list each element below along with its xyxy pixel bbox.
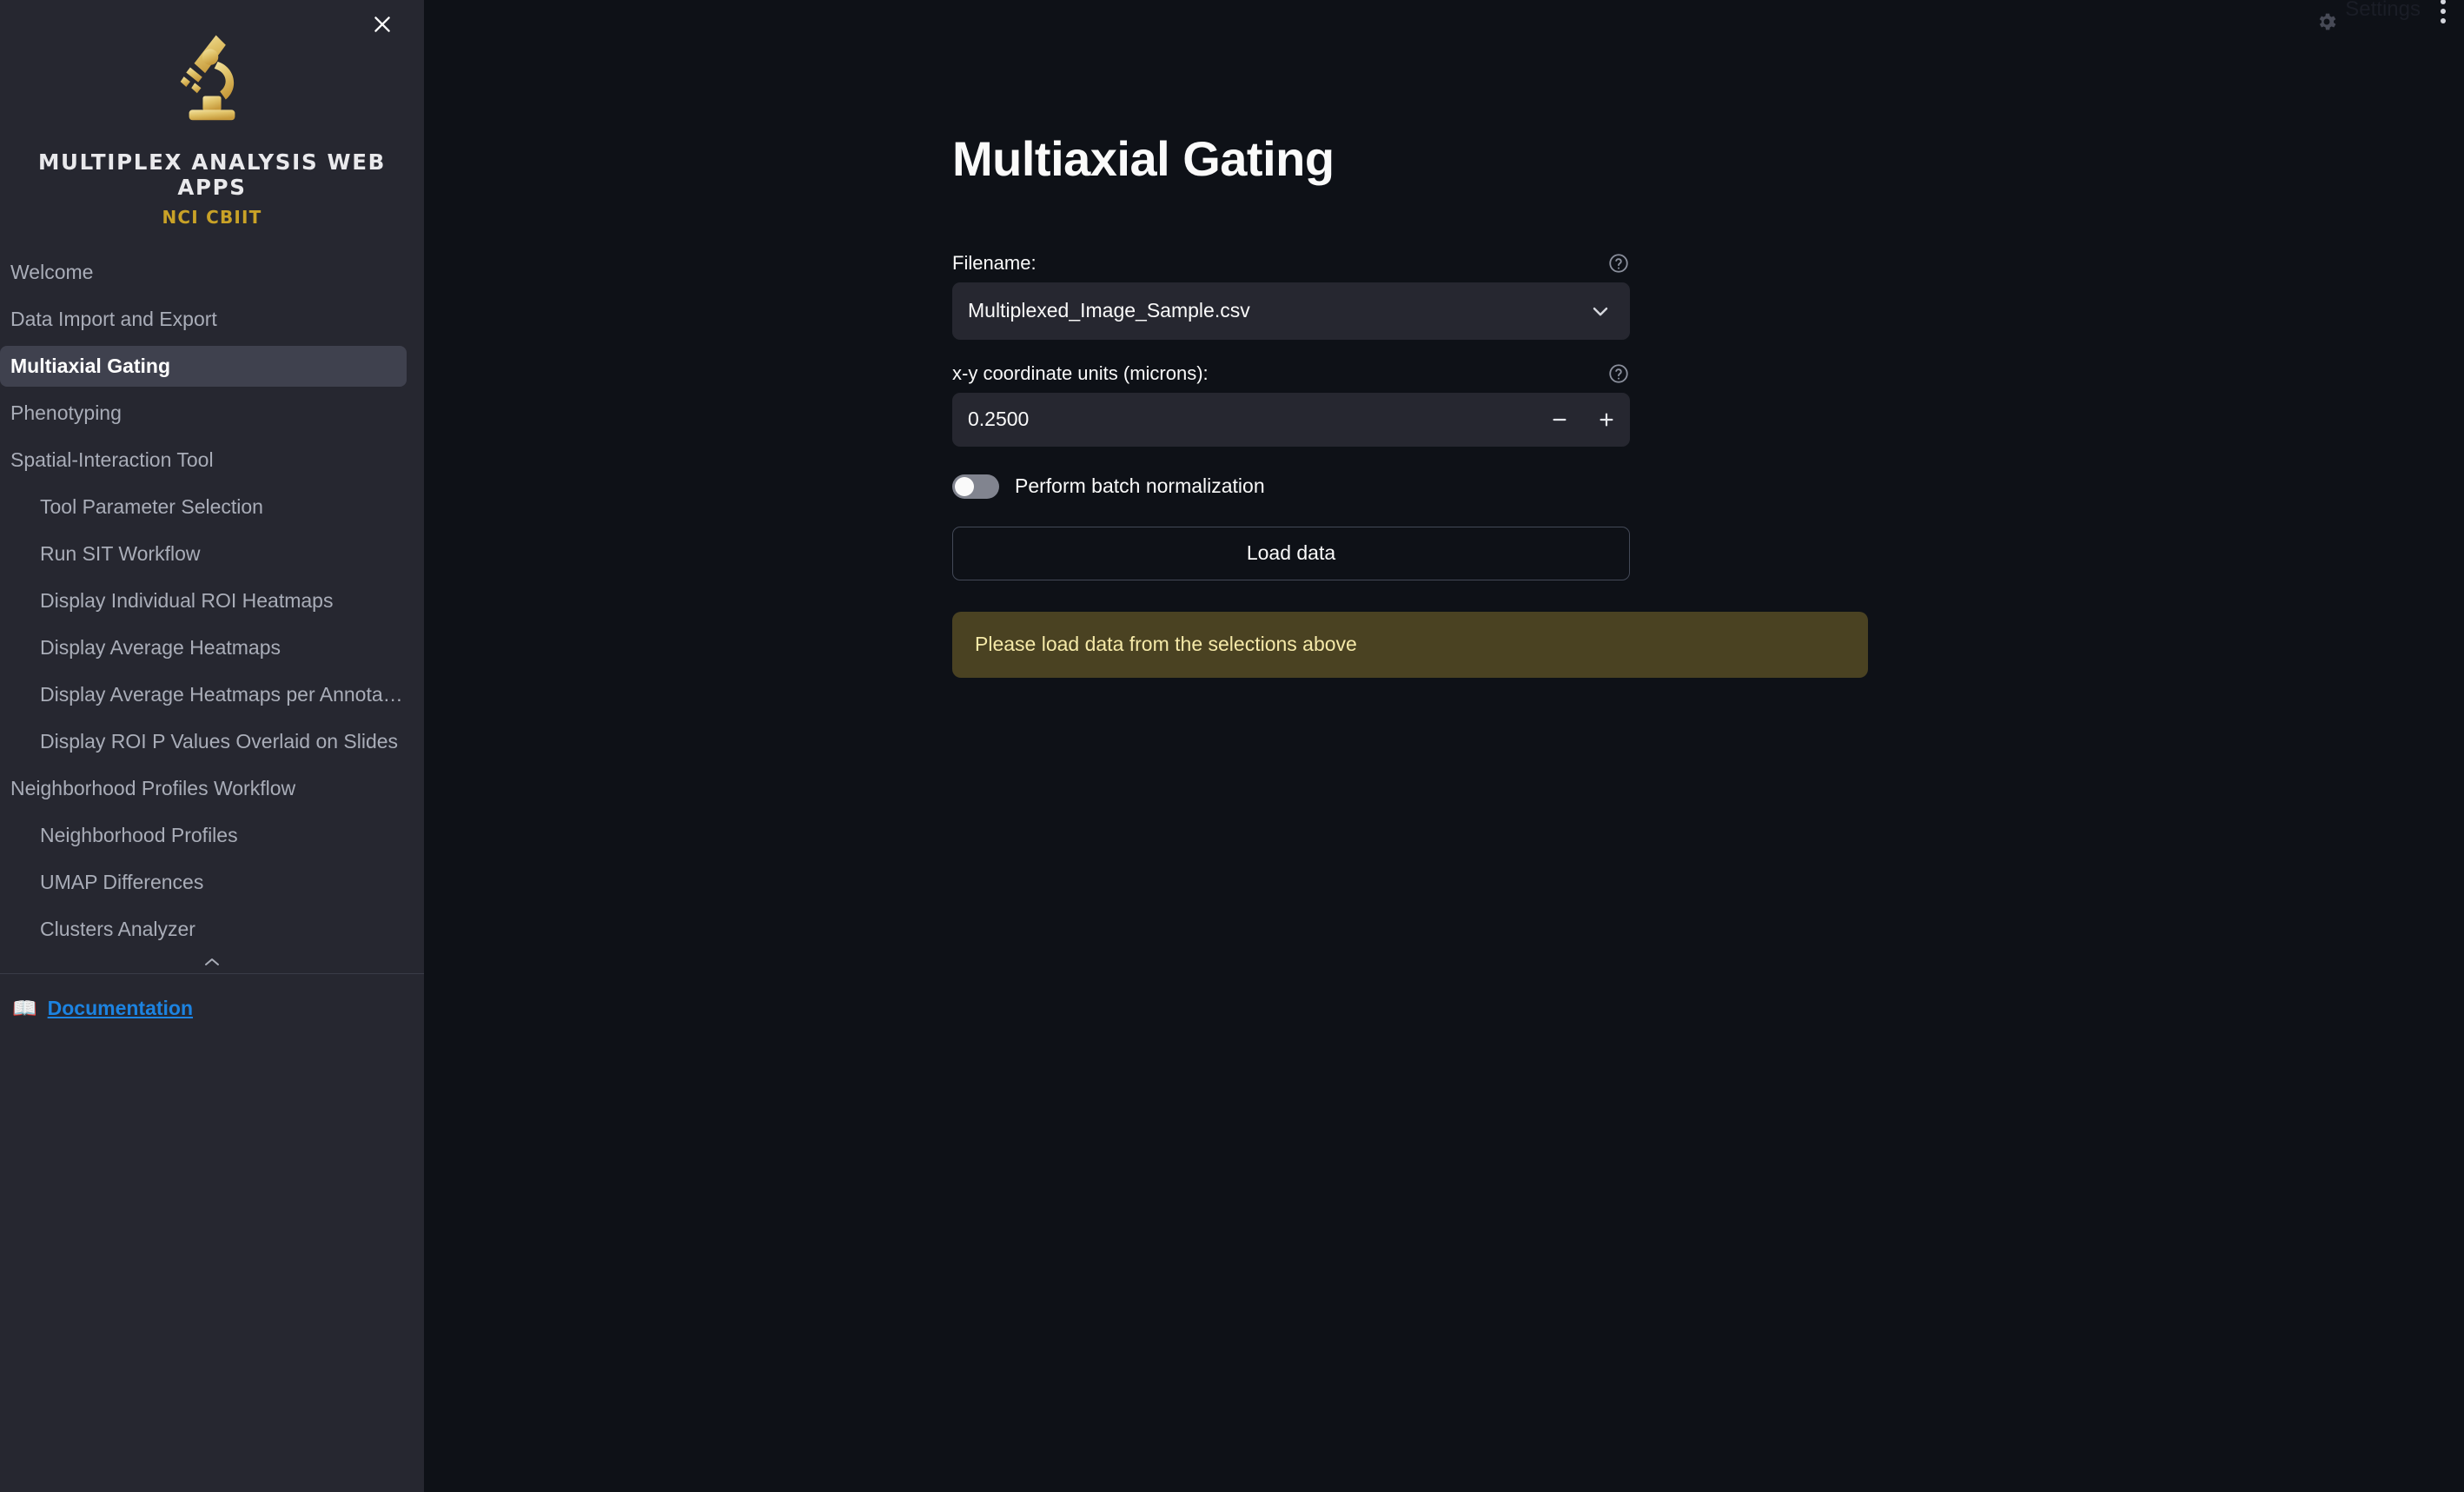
sidebar-item-label: Phenotyping — [10, 401, 122, 424]
close-icon[interactable] — [363, 5, 401, 43]
batch-normalization-row: Perform batch normalization — [952, 474, 1630, 499]
logo-title: MULTIPLEX ANALYSIS WEB APPS — [37, 149, 387, 200]
settings-form: Filename: Multiplexed_Image_Sample.csv x… — [952, 252, 1868, 678]
units-label-row: x-y coordinate units (microns): — [952, 362, 1630, 385]
help-circle-icon[interactable] — [1607, 252, 1630, 275]
status-alert: Please load data from the selections abo… — [952, 611, 1868, 678]
sidebar-item-label: Welcome — [10, 261, 94, 283]
sidebar-item-label: Display Individual ROI Heatmaps — [40, 589, 334, 612]
sidebar-item-label: Clusters Analyzer — [40, 918, 195, 940]
app-root: MULTIPLEX ANALYSIS WEB APPS NCI CBIIT We… — [0, 0, 2464, 1492]
minus-icon[interactable] — [1536, 393, 1583, 447]
top-toolbar: Settings — [2315, 0, 2464, 43]
gear-icon[interactable] — [2315, 10, 2338, 33]
sidebar-item-label: UMAP Differences — [40, 871, 204, 893]
sidebar-item-spatial-interaction-tool[interactable]: Spatial-Interaction Tool — [0, 440, 407, 481]
filename-select[interactable]: Multiplexed_Image_Sample.csv — [952, 282, 1630, 340]
page-title: Multiaxial Gating — [952, 131, 1335, 186]
sidebar-item-label: Display Average Heatmaps — [40, 636, 281, 659]
kebab-menu-icon[interactable] — [2434, 0, 2452, 30]
sidebar-item-display-individual-roi-heatmaps[interactable]: Display Individual ROI Heatmaps — [0, 580, 407, 621]
units-label: x-y coordinate units (microns): — [952, 361, 1209, 384]
open-book-icon: 📖 — [12, 997, 37, 1019]
batch-normalization-label: Perform batch normalization — [1015, 474, 1265, 498]
chevron-down-icon[interactable] — [1588, 299, 1613, 323]
page-body: Multiaxial Gating Filename: Multiplexed_… — [424, 0, 2464, 678]
sidebar-item-label: Display ROI P Values Overlaid on Slides — [40, 730, 399, 753]
sidebar-item-welcome[interactable]: Welcome — [0, 252, 407, 293]
status-alert-text: Please load data from the selections abo… — [975, 633, 1357, 656]
load-data-button[interactable]: Load data — [952, 526, 1630, 580]
settings-control[interactable]: Settings — [2315, 0, 2421, 34]
logo-subtitle: NCI CBIIT — [162, 207, 262, 228]
units-value: 0.2500 — [968, 408, 1030, 431]
sidebar-item-label: Run SIT Workflow — [40, 542, 201, 565]
main-content: Settings Multiaxial Gating Filename: Mul… — [424, 0, 2464, 1492]
filename-label-row: Filename: — [952, 252, 1630, 275]
settings-label: Settings — [2345, 0, 2421, 21]
sidebar-item-neighborhood-profiles-workflow[interactable]: Neighborhood Profiles Workflow — [0, 768, 407, 809]
microscope-icon — [180, 35, 235, 121]
chevron-up-icon — [205, 958, 219, 965]
sidebar-item-label: Neighborhood Profiles — [40, 824, 238, 846]
documentation-row[interactable]: 📖 Documentation — [0, 974, 424, 1020]
sidebar-item-multiaxial-gating[interactable]: Multiaxial Gating — [0, 346, 407, 387]
sidebar: MULTIPLEX ANALYSIS WEB APPS NCI CBIIT We… — [0, 0, 424, 1492]
sidebar-item-display-average-heatmaps-per-annota[interactable]: Display Average Heatmaps per Annota… — [0, 674, 407, 715]
plus-icon[interactable] — [1583, 393, 1630, 447]
app-logo: MULTIPLEX ANALYSIS WEB APPS NCI CBIIT — [0, 0, 424, 228]
sidebar-collapse-toggle[interactable] — [0, 956, 424, 973]
sidebar-item-tool-parameter-selection[interactable]: Tool Parameter Selection — [0, 487, 407, 527]
sidebar-item-label: Multiaxial Gating — [10, 355, 171, 377]
sidebar-nav: Welcome Data Import and Export Multiaxial … — [0, 252, 424, 950]
stepper-group — [1536, 393, 1630, 447]
sidebar-item-display-roi-p-values-overlaid-on-slides[interactable]: Display ROI P Values Overlaid on Slides — [0, 721, 407, 762]
sidebar-item-label: Neighborhood Profiles Workflow — [10, 777, 296, 799]
sidebar-item-phenotyping[interactable]: Phenotyping — [0, 393, 407, 434]
sidebar-item-umap-differences[interactable]: UMAP Differences — [0, 862, 407, 903]
sidebar-item-label: Tool Parameter Selection — [40, 495, 263, 518]
documentation-link[interactable]: Documentation — [48, 997, 193, 1020]
units-number-input[interactable]: 0.2500 — [952, 392, 1630, 447]
filename-select-value: Multiplexed_Image_Sample.csv — [968, 299, 1250, 322]
filename-label: Filename: — [952, 251, 1037, 274]
sidebar-item-clusters-analyzer[interactable]: Clusters Analyzer — [0, 909, 407, 950]
sidebar-item-neighborhood-profiles[interactable]: Neighborhood Profiles — [0, 815, 407, 856]
batch-normalization-toggle[interactable] — [952, 474, 999, 499]
sidebar-item-label: Spatial-Interaction Tool — [10, 448, 214, 471]
sidebar-item-label: Display Average Heatmaps per Annota… — [40, 683, 403, 706]
sidebar-item-display-average-heatmaps[interactable]: Display Average Heatmaps — [0, 627, 407, 668]
sidebar-item-label: Data Import and Export — [10, 308, 217, 330]
sidebar-item-run-sit-workflow[interactable]: Run SIT Workflow — [0, 534, 407, 574]
help-circle-icon[interactable] — [1607, 362, 1630, 385]
sidebar-item-data-import-and-export[interactable]: Data Import and Export — [0, 299, 407, 340]
